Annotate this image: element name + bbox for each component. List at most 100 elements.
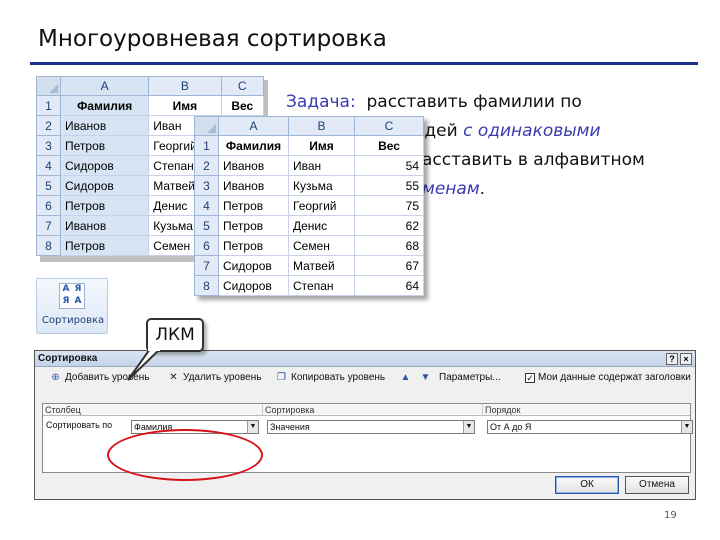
task-label: Задача: [286,92,356,112]
arrow-up-icon: ▲ [400,372,411,383]
row-header[interactable]: 3 [36,135,61,156]
cell[interactable]: Фамилия [59,95,150,116]
select-all-corner[interactable] [194,116,219,136]
cell[interactable]: Имя [148,95,222,116]
cell[interactable]: Петров [59,195,150,216]
cell[interactable]: Матвей [288,255,355,276]
sort-ribbon-label: Сортировка [41,315,105,326]
sort-glyph: А [74,296,82,306]
cell[interactable]: Георгий [288,195,355,216]
cell[interactable]: 64 [354,275,424,296]
column-header-c[interactable]: C [220,76,265,96]
row-header[interactable]: 2 [194,155,219,176]
column-header-c[interactable]: C [354,116,424,136]
sort-glyph: Я [62,296,70,306]
row-header[interactable]: 8 [36,235,61,256]
sort-ribbon-button[interactable]: А Я Я А Сортировка [36,278,108,334]
has-headers-checkbox[interactable]: ✓ Мои данные содержат заголовки [525,372,691,383]
column-header-a[interactable]: A [59,76,150,96]
cell[interactable]: Сидоров [59,175,150,196]
spreadsheet-sorted: A B C 1 Фамилия Имя Вес 2 Иванов Иван 54… [194,116,424,296]
cell[interactable]: 75 [354,195,424,216]
dropdown-arrow-icon[interactable]: ▼ [681,421,692,433]
delete-level-button[interactable]: ✕ Удалить уровень [167,372,261,383]
dropdown-arrow-icon[interactable]: ▼ [247,421,258,433]
cell[interactable]: Сидоров [218,275,289,296]
row-header[interactable]: 3 [194,175,219,196]
sort-glyph: А [62,284,70,294]
copy-level-button[interactable]: ❐ Копировать уровень [275,372,385,383]
cell[interactable]: Сидоров [59,155,150,176]
row-header[interactable]: 5 [194,215,219,236]
cell[interactable]: Сидоров [218,255,289,276]
options-label: Параметры... [439,372,501,383]
cell[interactable]: Иван [288,155,355,176]
slide-title: Многоуровневая сортировка [38,26,387,52]
column-header-b[interactable]: B [288,116,355,136]
row-header[interactable]: 7 [194,255,219,276]
sort-az-icon: А Я Я А [59,283,85,309]
column-header-b[interactable]: B [148,76,222,96]
dropdown-arrow-icon[interactable]: ▼ [463,421,474,433]
cell[interactable]: Петров [59,235,150,256]
cell[interactable]: Кузьма [288,175,355,196]
row-header[interactable]: 1 [194,135,219,156]
lkm-callout: ЛКМ [146,318,204,352]
cell[interactable]: 55 [354,175,424,196]
title-rule [30,62,698,65]
cell[interactable]: Петров [218,195,289,216]
row-header[interactable]: 4 [36,155,61,176]
cancel-button[interactable]: Отмена [625,476,689,494]
cell[interactable]: Имя [288,135,355,156]
arrow-down-icon: ▼ [420,372,431,383]
select-all-corner[interactable] [36,76,61,96]
task-line-4-end: . [479,179,486,199]
row-header[interactable]: 1 [36,95,61,116]
cell[interactable]: 62 [354,215,424,236]
options-button[interactable]: Параметры... [439,372,501,383]
order-select-value: От А до Я [490,422,532,432]
close-button[interactable]: × [680,353,692,365]
row-header[interactable]: 2 [36,115,61,136]
cell[interactable]: Петров [59,135,150,156]
delete-level-icon: ✕ [169,372,178,383]
has-headers-label: Мои данные содержат заголовки [538,372,691,383]
move-down-button[interactable]: ▼ [419,372,432,383]
move-up-button[interactable]: ▲ [399,372,412,383]
ok-button[interactable]: ОК [555,476,619,494]
cell[interactable]: Иванов [218,175,289,196]
add-level-icon: ⊕ [51,372,60,383]
cell[interactable]: Фамилия [218,135,289,156]
task-line-4-emphasis: менам [422,179,480,199]
cell[interactable]: Семен [288,235,355,256]
cell[interactable]: 54 [354,155,424,176]
cell[interactable]: 67 [354,255,424,276]
sort-on-select[interactable]: Значения ▼ [267,420,475,434]
checkbox-checked-icon: ✓ [525,372,535,383]
cell[interactable]: Денис [288,215,355,236]
cell[interactable]: Иванов [218,155,289,176]
row-header[interactable]: 5 [36,175,61,196]
cell[interactable]: Петров [218,215,289,236]
cell[interactable]: Иванов [59,215,150,236]
column-header-a[interactable]: A [218,116,289,136]
row-header[interactable]: 8 [194,275,219,296]
copy-level-icon: ❐ [277,372,286,383]
cell[interactable]: 68 [354,235,424,256]
sort-by-label: Сортировать по [46,420,113,430]
row-header[interactable]: 4 [194,195,219,216]
row-header[interactable]: 6 [194,235,219,256]
row-header[interactable]: 7 [36,215,61,236]
cell[interactable]: Иванов [59,115,150,136]
grid-header-column: Столбец [43,404,263,415]
cell[interactable]: Степан [288,275,355,296]
order-select[interactable]: От А до Я ▼ [487,420,693,434]
cell[interactable]: Петров [218,235,289,256]
highlight-ellipse [107,429,263,481]
row-header[interactable]: 6 [36,195,61,216]
cell[interactable]: Вес [354,135,424,156]
cell[interactable]: Вес [220,95,265,116]
grid-header: Столбец Сортировка Порядок [43,404,690,416]
help-button[interactable]: ? [666,353,678,365]
copy-level-label: Копировать уровень [291,372,386,383]
